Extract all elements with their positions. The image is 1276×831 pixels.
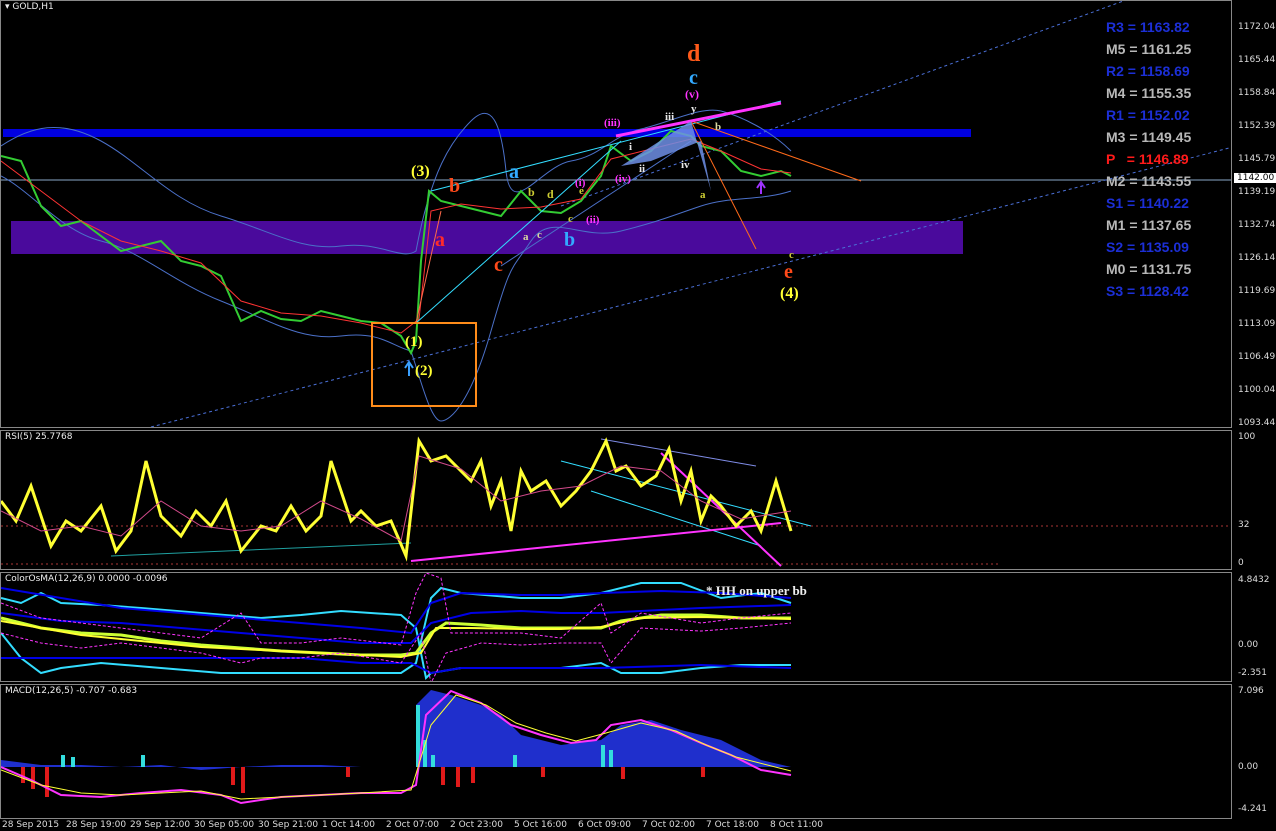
wave-label-c-green: c — [568, 213, 573, 225]
wave-label-iii: (iii) — [604, 117, 621, 129]
wave-label-c-small2: c — [537, 229, 542, 241]
wave-label-a-small: a — [700, 189, 706, 201]
price-chart-panel[interactable]: ▾ GOLD,H1 R3 = 1163.82 M5 = 1161.25 R2 =… — [0, 0, 1232, 428]
macd-canvas — [1, 689, 792, 805]
wave-label-i-paren: (i) — [575, 177, 586, 189]
wave-label-c-end: c — [789, 249, 794, 261]
osma-note: * HH on upper bb — [706, 583, 807, 598]
pivot-s2: S2 = 1135.09 — [1106, 239, 1189, 255]
pivot-r2: R2 = 1158.69 — [1106, 63, 1190, 79]
bollinger-lower — [1, 175, 792, 422]
pivot-p: P = 1146.89 — [1106, 151, 1189, 167]
pivot-s3: S3 = 1128.42 — [1106, 283, 1189, 299]
wave-label-a-red: a — [435, 229, 445, 251]
wave-label-ii: ii — [639, 163, 646, 175]
resistance-zone — [3, 129, 971, 137]
wave-label-1: (1) — [405, 334, 423, 350]
wave-label-iii-small: iii — [665, 111, 675, 123]
price-chart-canvas — [1, 1, 1231, 427]
wave-label-y: y — [691, 103, 697, 115]
wave-label-4: (4) — [780, 285, 799, 302]
wave-label-b-small: b — [715, 121, 722, 133]
up-arrow-icon — [404, 360, 414, 376]
osma-axis: 4.8432 0.00 -2.351 — [1238, 575, 1270, 678]
pivot-r3: R3 = 1163.82 — [1106, 19, 1190, 35]
wave-label-i: i — [629, 141, 633, 153]
wave-label-iv-paren: (iv) — [615, 173, 631, 185]
wave-label-ii-paren: (ii) — [586, 214, 600, 226]
up-arrow-icon — [756, 180, 766, 194]
wave-label-b-red: b — [449, 175, 461, 197]
pivot-r1: R1 = 1152.02 — [1106, 107, 1190, 123]
wave-label-v: (v) — [685, 87, 699, 101]
current-price-tag: 1142.00 — [1234, 173, 1276, 183]
macd-panel[interactable]: MACD(12,26,5) -0.707 -0.683 — [0, 684, 1232, 819]
wave-label-c-red: c — [494, 254, 503, 276]
wave-label-a-blue: a — [509, 161, 519, 183]
wave-label-3: (3) — [411, 163, 430, 180]
pivot-m0: M0 = 1131.75 — [1106, 261, 1192, 277]
wave-label-2: (2) — [415, 363, 433, 379]
pivot-m1: M1 = 1137.65 — [1106, 217, 1192, 233]
osma-panel[interactable]: ColorOsMA(12,26,9) 0.0000 -0.0096 * HH o… — [0, 572, 1232, 682]
wave-label-e: e — [784, 261, 793, 283]
rsi-axis: 100 32 0 — [1238, 432, 1256, 568]
pivot-m5: M5 = 1161.25 — [1106, 41, 1192, 57]
pivot-m2: M2 = 1143.55 — [1106, 173, 1192, 189]
pivot-s1: S1 = 1140.22 — [1106, 195, 1189, 211]
macd-axis: 7.096 0.00 -4.241 — [1238, 686, 1268, 814]
dropdown-icon[interactable]: ▾ — [5, 2, 10, 12]
wave-label-iv: iv — [681, 159, 690, 171]
price-axis: 1172.04 1165.44 1158.84 1152.39 1145.79 … — [1232, 0, 1276, 428]
rsi-label: RSI(5) 25.7768 — [5, 432, 73, 442]
wave-label-b-green: b — [528, 185, 535, 199]
osma-label: ColorOsMA(12,26,9) 0.0000 -0.0096 — [5, 574, 168, 584]
wave-label-b-blue: b — [564, 229, 576, 251]
rsi-canvas — [1, 436, 1231, 567]
wave-label-d-green: d — [547, 187, 554, 201]
osma-canvas — [1, 573, 792, 681]
channel-lower-line — [150, 147, 1231, 427]
rsi-panel[interactable]: RSI(5) 25.7768 — [0, 430, 1232, 570]
macd-label: MACD(12,26,5) -0.707 -0.683 — [5, 686, 138, 696]
chart-symbol-label: ▾ GOLD,H1 — [5, 2, 54, 12]
wave-label-d: d — [687, 41, 701, 67]
pivot-m3: M3 = 1149.45 — [1106, 129, 1192, 145]
wave-label-a-small2: a — [523, 231, 529, 243]
pivot-m4: M4 = 1155.35 — [1106, 85, 1192, 101]
